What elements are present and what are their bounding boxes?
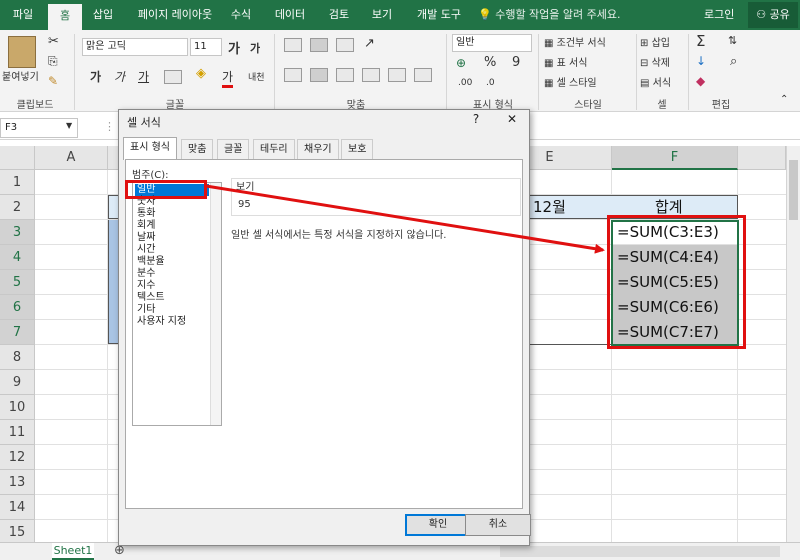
annotation-arrow <box>205 184 605 254</box>
arrow-line <box>205 184 605 254</box>
